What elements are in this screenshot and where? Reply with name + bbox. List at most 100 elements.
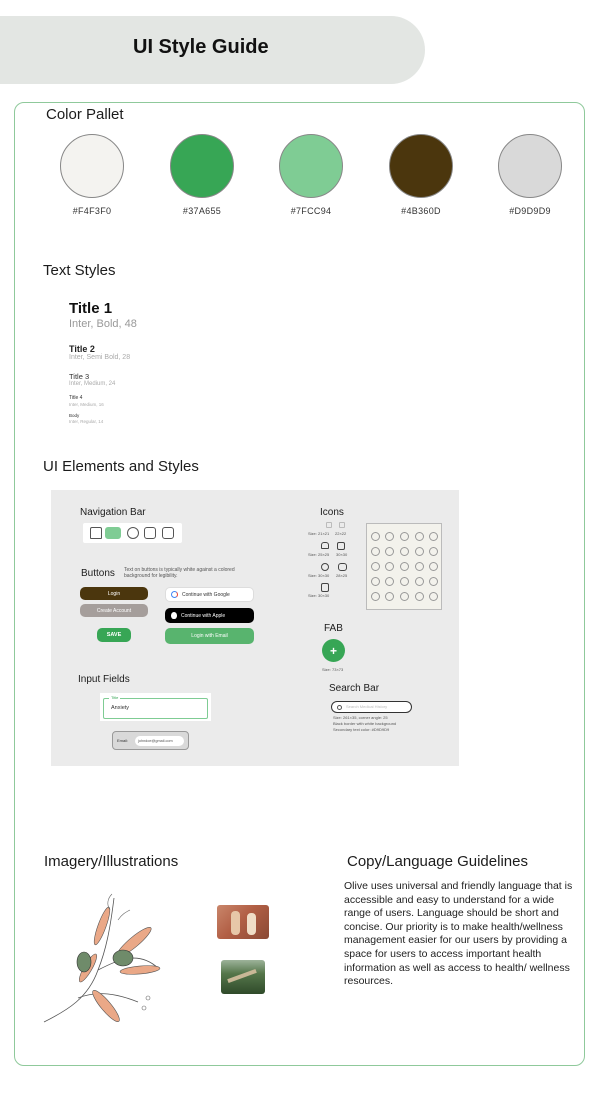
mood-face-icon bbox=[415, 562, 424, 571]
swatch-label: #37A655 bbox=[182, 206, 222, 216]
text-style-title-1: Title 1 bbox=[69, 300, 113, 317]
fab-add-button[interactable]: + bbox=[322, 639, 345, 662]
icons-heading: Icons bbox=[320, 507, 344, 518]
create-account-button[interactable]: Create Account bbox=[80, 604, 148, 617]
mood-face-icon bbox=[400, 532, 409, 541]
email-field-value: johndoe@gmail.com bbox=[135, 736, 184, 746]
trail-path bbox=[227, 968, 257, 984]
text-style-title-2: Title 2 bbox=[69, 344, 95, 354]
save-button[interactable]: SAVE bbox=[97, 628, 131, 642]
imagery-heading: Imagery/Illustrations bbox=[44, 853, 179, 870]
hiking-photo bbox=[221, 960, 265, 994]
search-bar-spec: Secondary text color: #D9D9D9 bbox=[333, 727, 390, 732]
search-bar-heading: Search Bar bbox=[329, 683, 380, 694]
icon-size-label: Size: 30×30 bbox=[308, 593, 330, 598]
login-with-email-button[interactable]: Login with Email bbox=[165, 628, 254, 644]
text-style-title-3-spec: Inter, Medium, 24 bbox=[69, 381, 116, 387]
icon-size-label: 30×30 bbox=[336, 552, 348, 557]
text-style-title-4: Title 4 bbox=[69, 395, 83, 401]
swatch-f4f3f0 bbox=[60, 134, 124, 198]
icon-size-label: Size: 21×21 bbox=[308, 531, 330, 536]
fab-heading: FAB bbox=[324, 623, 343, 634]
title-input-value: Anxiety bbox=[111, 705, 130, 711]
continue-with-apple-button[interactable]: Continue with Apple bbox=[165, 608, 254, 623]
navigation-bar-heading: Navigation Bar bbox=[80, 507, 146, 518]
mood-face-icon bbox=[415, 532, 424, 541]
page-title: UI Style Guide bbox=[133, 36, 269, 58]
mood-face-icon bbox=[429, 592, 438, 601]
continue-with-google-button[interactable]: Continue with Google bbox=[165, 587, 254, 602]
person-figure bbox=[247, 913, 256, 935]
mood-face-icon bbox=[429, 562, 438, 571]
sparkle-icon bbox=[326, 522, 332, 528]
login-button[interactable]: Login bbox=[80, 587, 148, 600]
swatch-label: #F4F3F0 bbox=[72, 206, 112, 216]
chat-icon bbox=[321, 563, 329, 571]
mood-face-icon bbox=[371, 577, 380, 586]
mood-face-icon bbox=[371, 532, 380, 541]
swatch-37a655 bbox=[170, 134, 234, 198]
mood-face-icon bbox=[385, 532, 394, 541]
fab-size-label: Size: 73×73 bbox=[322, 667, 344, 672]
calendar-icon bbox=[337, 542, 345, 550]
title-input-label: Title bbox=[109, 695, 121, 701]
mood-face-icon bbox=[415, 547, 424, 556]
mood-face-icon bbox=[400, 547, 409, 556]
swatch-d9d9d9 bbox=[498, 134, 562, 198]
email-field[interactable]: Email: johndoe@gmail.com bbox=[112, 731, 189, 750]
mood-face-icon bbox=[385, 562, 394, 571]
olive-branch-illustration bbox=[43, 893, 161, 1023]
text-style-body-spec: Inter, Regular, 14 bbox=[69, 419, 104, 424]
copy-guidelines-body: Olive uses universal and friendly langua… bbox=[344, 880, 573, 988]
ui-elements-heading: UI Elements and Styles bbox=[43, 458, 199, 475]
mood-face-icon bbox=[429, 577, 438, 586]
clipboard-icon[interactable] bbox=[162, 527, 174, 539]
text-style-title-1-spec: Inter, Bold, 48 bbox=[69, 318, 137, 330]
email-field-label: Email: bbox=[117, 738, 129, 743]
title-input[interactable]: Title Anxiety bbox=[103, 695, 208, 719]
calendar-icon[interactable] bbox=[105, 527, 121, 539]
mood-face-icon bbox=[400, 562, 409, 571]
icon-size-label: Size: 25×25 bbox=[308, 552, 330, 557]
text-style-title-4-spec: Inter, Medium, 16 bbox=[69, 402, 104, 407]
mood-face-icon bbox=[371, 592, 380, 601]
text-style-title-2-spec: Inter, Semi Bold, 28 bbox=[69, 354, 131, 361]
mood-face-icon bbox=[415, 592, 424, 601]
sparkle-icon bbox=[339, 522, 345, 528]
mood-face-icon bbox=[429, 547, 438, 556]
mood-face-icon bbox=[385, 547, 394, 556]
mood-face-icon bbox=[429, 532, 438, 541]
mood-face-icon bbox=[415, 577, 424, 586]
mood-face-icon bbox=[371, 547, 380, 556]
swatch-4b360d bbox=[389, 134, 453, 198]
search-icon bbox=[337, 705, 342, 710]
input-fields-heading: Input Fields bbox=[78, 674, 130, 685]
icon-size-label: Size: 30×30 bbox=[308, 573, 330, 578]
apple-icon bbox=[171, 612, 177, 619]
text-style-body: Body bbox=[69, 413, 80, 418]
mood-face-icon bbox=[371, 562, 380, 571]
google-button-label: Continue with Google bbox=[182, 591, 230, 598]
icon-size-label: 22×22 bbox=[335, 531, 347, 536]
color-pallet-heading: Color Pallet bbox=[46, 106, 124, 123]
home-icon bbox=[321, 542, 329, 549]
chat-icon[interactable] bbox=[127, 527, 139, 539]
buttons-heading: Buttons bbox=[81, 568, 115, 579]
yoga-photo bbox=[217, 905, 269, 939]
search-bar[interactable]: Search Medical History bbox=[331, 701, 412, 713]
copy-guidelines-heading: Copy/Language Guidelines bbox=[347, 853, 528, 870]
mood-face-icon bbox=[385, 577, 394, 586]
apple-button-label: Continue with Apple bbox=[181, 612, 226, 619]
people-icon[interactable] bbox=[144, 527, 156, 539]
home-icon[interactable] bbox=[90, 527, 102, 539]
mood-face-icon bbox=[400, 577, 409, 586]
swatch-7fcc94 bbox=[279, 134, 343, 198]
mood-icons-grid bbox=[366, 523, 442, 610]
swatch-label: #4B360D bbox=[401, 206, 441, 216]
google-icon bbox=[171, 591, 178, 598]
people-icon bbox=[338, 563, 347, 571]
mood-face-icon bbox=[400, 592, 409, 601]
text-style-title-3: Title 3 bbox=[69, 372, 90, 381]
swatch-label: #7FCC94 bbox=[290, 206, 332, 216]
mood-face-icon bbox=[385, 592, 394, 601]
